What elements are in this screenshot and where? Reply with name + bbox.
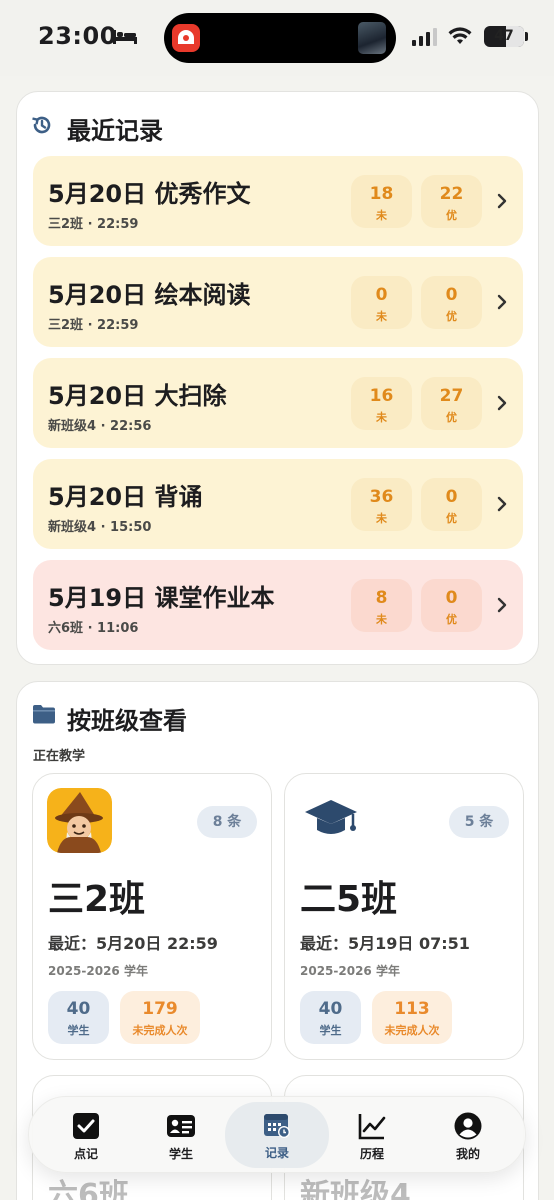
class-card[interactable]: 5 条 二5班 最近：5月19日 07:51 2025-2026 学年 40 学生… [284, 773, 524, 1060]
media-thumbnail [358, 22, 386, 54]
student-count: 40 学生 [48, 991, 109, 1044]
by-class-title: 按班级查看 [67, 707, 187, 735]
dynamic-island [164, 13, 396, 63]
record-subtitle: 三2班 · 22:59 [48, 318, 139, 333]
graduation-cap-icon [305, 800, 357, 834]
class-name: 二5班 [300, 879, 398, 920]
class-name: 三2班 [48, 879, 146, 920]
tab-students[interactable]: 学生 [134, 1103, 228, 1167]
app-activity-icon [172, 24, 200, 52]
person-icon [454, 1112, 482, 1140]
chevron-right-icon [497, 496, 507, 512]
checkbox-icon [73, 1113, 99, 1139]
record-title: 5月20日 大扫除 [48, 382, 227, 410]
class-name: 新班级4 [300, 1178, 411, 1200]
line-chart-icon [358, 1114, 386, 1140]
class-name: 六6班 [48, 1178, 129, 1200]
chevron-right-icon [497, 597, 507, 613]
tab-label: 我的 [455, 1147, 480, 1161]
last-record-time: 最近：5月19日 07:51 [300, 934, 470, 953]
record-item[interactable]: 5月20日 绘本阅读 三2班 · 22:59 0未 0优 [33, 257, 523, 347]
class-card[interactable]: 8 条 三2班 最近：5月20日 22:59 2025-2026 学年 40 学生… [32, 773, 272, 1060]
tab-label: 学生 [168, 1147, 193, 1161]
tab-profile[interactable]: 我的 [421, 1103, 515, 1167]
tab-check-in[interactable]: 点记 [39, 1103, 133, 1167]
last-record-time: 最近：5月20日 22:59 [48, 934, 218, 953]
record-count-badge: 5 条 [449, 806, 509, 838]
incomplete-count: 8未 [351, 579, 412, 632]
recent-records-title: 最近记录 [67, 117, 163, 145]
excellent-count: 0优 [421, 579, 482, 632]
record-subtitle: 六6班 · 11:06 [48, 621, 139, 636]
cellular-signal-icon [412, 28, 437, 46]
sleep-bed-icon [113, 30, 137, 44]
school-year: 2025-2026 学年 [300, 964, 400, 978]
incomplete-count: 113 未完成人次 [372, 991, 452, 1044]
battery-level: 47 [494, 28, 514, 44]
tab-label: 历程 [359, 1147, 384, 1161]
record-item[interactable]: 5月20日 背诵 新班级4 · 15:50 36 未 0优 [33, 459, 523, 549]
tab-history[interactable]: 历程 [325, 1103, 419, 1167]
excellent-count: 0优 [421, 478, 482, 531]
incomplete-count: 16 未 [351, 377, 412, 430]
id-card-icon [167, 1115, 195, 1137]
chevron-right-icon [497, 294, 507, 310]
record-item[interactable]: 5月19日 课堂作业本 六6班 · 11:06 8未 0优 [33, 560, 523, 650]
record-title: 5月20日 绘本阅读 [48, 281, 251, 309]
history-icon [32, 116, 51, 134]
record-subtitle: 三2班 · 22:59 [48, 217, 139, 232]
record-count-badge: 8 条 [197, 806, 257, 838]
tab-bar: 点记 学生 记录 历程 我的 [28, 1096, 526, 1173]
record-subtitle: 新班级4 · 15:50 [48, 520, 152, 535]
calendar-clock-icon [264, 1114, 290, 1138]
record-title: 5月20日 背诵 [48, 483, 203, 511]
incomplete-count: 179 未完成人次 [120, 991, 200, 1044]
incomplete-count: 18 未 [351, 175, 412, 228]
excellent-count: 27 优 [421, 377, 482, 430]
incomplete-count: 0未 [351, 276, 412, 329]
teaching-subtitle: 正在教学 [33, 749, 86, 764]
wifi-icon [448, 27, 472, 44]
excellent-count: 0优 [421, 276, 482, 329]
battery-tip [525, 32, 528, 41]
recent-records-card: 最近记录 5月20日 优秀作文 三2班 · 22:59 18 未 22 优 5月20… [16, 91, 539, 665]
chevron-right-icon [497, 193, 507, 209]
tab-label: 记录 [264, 1146, 289, 1160]
record-item[interactable]: 5月20日 优秀作文 三2班 · 22:59 18 未 22 优 [33, 156, 523, 246]
record-item[interactable]: 5月20日 大扫除 新班级4 · 22:56 16 未 27 优 [33, 358, 523, 448]
wizard-avatar [47, 788, 112, 853]
record-title: 5月19日 课堂作业本 [48, 584, 275, 612]
tab-records[interactable]: 记录 [225, 1102, 329, 1168]
folder-icon [33, 705, 55, 724]
status-bar: 23:00 47 [0, 0, 554, 76]
chevron-right-icon [497, 395, 507, 411]
incomplete-count: 36 未 [351, 478, 412, 531]
status-time: 23:00 [38, 22, 117, 50]
school-year: 2025-2026 学年 [48, 964, 148, 978]
battery-indicator: 47 [484, 26, 524, 47]
record-subtitle: 新班级4 · 22:56 [48, 419, 152, 434]
record-title: 5月20日 优秀作文 [48, 180, 251, 208]
excellent-count: 22 优 [421, 175, 482, 228]
student-count: 40 学生 [300, 991, 361, 1044]
tab-label: 点记 [73, 1147, 98, 1161]
